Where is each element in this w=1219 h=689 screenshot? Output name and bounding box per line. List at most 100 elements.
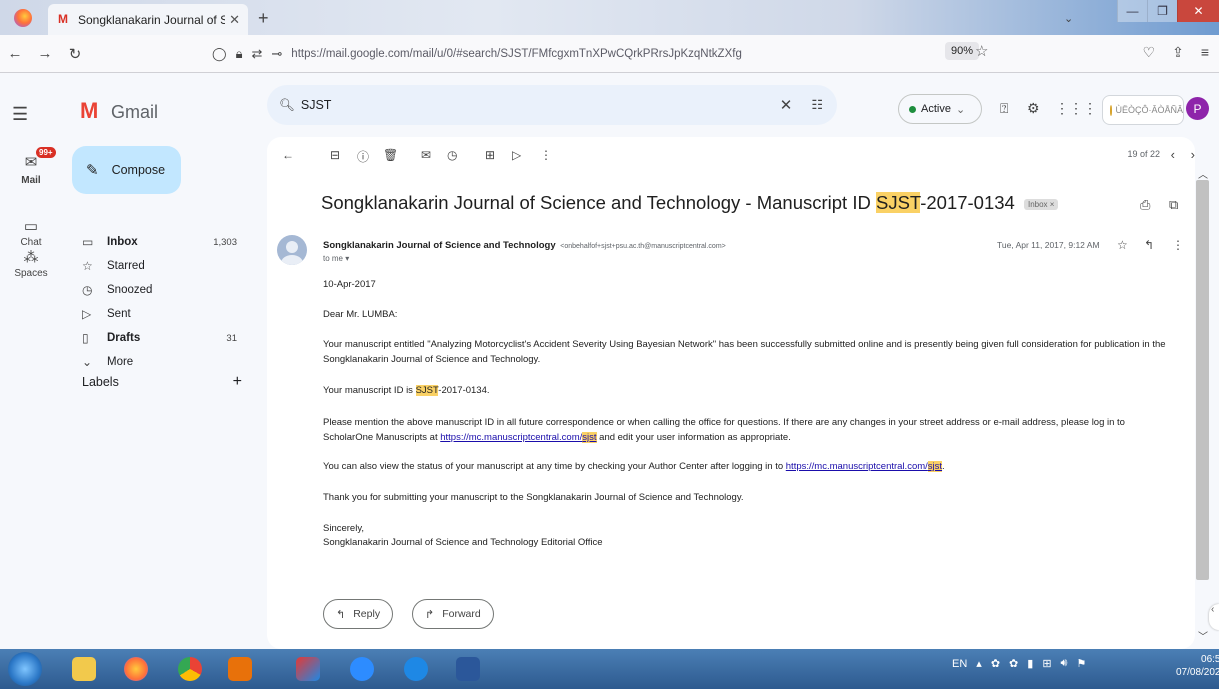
sidebar-item-snoozed[interactable]: ◷ Snoozed [62, 278, 262, 302]
menu-icon[interactable]: ≡ [1201, 44, 1209, 61]
star-icon[interactable]: ☆ [1117, 238, 1128, 252]
permissions-icon[interactable]: ⇄ [251, 46, 262, 62]
browser-tab-gmail[interactable]: Songklanakarin Journal of Scien ✕ [48, 4, 248, 35]
clock-time: 06:50 [1201, 654, 1219, 665]
word-icon[interactable] [450, 653, 486, 685]
window-close-icon[interactable]: ✕ [1177, 0, 1219, 22]
app-icon[interactable] [290, 653, 326, 685]
minimize-icon[interactable]: — [1117, 0, 1147, 22]
rail-label: Chat [20, 237, 42, 248]
help-icon[interactable]: ⍰ [1000, 100, 1008, 117]
delete-icon[interactable]: 🗑︎ [383, 148, 398, 162]
reload-icon[interactable]: ↻ [60, 45, 90, 63]
add-to-tasks-icon[interactable]: ⊞ [485, 148, 495, 162]
status-selector[interactable]: Active ⌄ [898, 94, 982, 124]
pagination-count: 19 of 22 [1127, 149, 1160, 159]
internet-explorer-icon[interactable] [398, 653, 434, 685]
author-center-link[interactable]: https://mc.manuscriptcentral.com/sjst [786, 461, 943, 472]
action-center-flag-icon[interactable]: ⚑ [1076, 657, 1086, 670]
sidebar-item-inbox[interactable]: ▭ Inbox 1,303 [62, 230, 262, 254]
apps-grid-icon[interactable]: ⋮⋮⋮ [1055, 100, 1097, 117]
inbox-label-chip[interactable]: Inbox × [1023, 198, 1059, 210]
window-controls: — ❐ ✕ [1117, 0, 1219, 24]
restore-icon[interactable]: ❐ [1147, 0, 1177, 22]
vertical-scrollbar[interactable] [1196, 180, 1209, 580]
print-icon[interactable]: ⎙ [1140, 197, 1150, 213]
snooze-icon[interactable]: ◷ [447, 148, 457, 162]
url-bar[interactable]: ◯ 🔒︎ ⇄ ⊸ https://mail.google.com/mail/u/… [212, 40, 1002, 68]
key-icon[interactable]: ⊸ [271, 46, 282, 62]
sidebar-item-drafts[interactable]: ▯ Drafts 31 [62, 326, 262, 350]
search-bar[interactable]: 🔍︎ SJST ✕ ☷ [267, 85, 837, 125]
report-spam-icon[interactable]: ⓘ [357, 148, 369, 165]
rail-item-chat[interactable]: ▭ Chat [0, 217, 62, 248]
signal-icon[interactable]: ▮ [1027, 657, 1033, 670]
url-text[interactable]: https://mail.google.com/mail/u/0/#search… [291, 48, 742, 60]
compose-button[interactable]: ✎ Compose [72, 146, 181, 194]
windows-start-icon[interactable] [8, 652, 42, 686]
file-explorer-icon[interactable] [66, 653, 102, 685]
clear-search-icon[interactable]: ✕ [780, 96, 793, 114]
archive-icon[interactable]: ⊟ [330, 148, 340, 162]
language-indicator[interactable]: EN [952, 658, 967, 670]
zoom-level[interactable]: 90% [945, 42, 980, 60]
reply-button[interactable]: ↰ Reply [323, 599, 394, 629]
recipients-toggle[interactable]: to me ▾ [323, 254, 349, 263]
back-icon[interactable]: ← [0, 45, 30, 62]
sidebar-item-more[interactable]: ⌄ More [62, 350, 262, 374]
pocket-icon[interactable]: ♡ [1143, 44, 1156, 61]
search-input[interactable]: SJST [301, 98, 780, 112]
back-to-search-icon[interactable]: ← [282, 148, 294, 162]
scholarone-link[interactable]: https://mc.manuscriptcentral.com/sjst [440, 432, 597, 443]
firefox-icon[interactable] [14, 9, 32, 27]
chrome-icon[interactable] [172, 653, 208, 685]
tray-app-icon[interactable]: ✿ [1009, 657, 1018, 670]
gmail-logo[interactable]: Gmail [80, 98, 158, 124]
shield-icon[interactable]: ◯ [212, 46, 227, 62]
create-label-button[interactable]: + [233, 374, 242, 390]
organization-chip[interactable]: ÙËÒÇÔ·ÂÒÅÑÂ [1102, 95, 1184, 125]
network-icon[interactable]: ⊞ [1042, 657, 1051, 670]
reply-icon[interactable]: ↰ [1144, 238, 1154, 252]
forward-button[interactable]: ↱ Forward [412, 599, 494, 629]
move-to-icon[interactable]: ▷ [512, 148, 521, 162]
account-avatar[interactable]: P [1186, 97, 1209, 120]
outlook-icon[interactable] [222, 653, 258, 685]
zoom-icon[interactable] [344, 653, 380, 685]
volume-icon[interactable]: 🔊︎ [1061, 657, 1068, 670]
mark-unread-icon[interactable]: ✉ [421, 148, 431, 162]
extensions-icon[interactable]: ⇪ [1172, 44, 1184, 61]
tab-close-icon[interactable]: ✕ [229, 12, 240, 28]
taskbar-clock[interactable]: 06:50 07/08/2023 [1176, 653, 1219, 679]
bookmark-star-icon[interactable]: ☆ [975, 42, 988, 60]
older-icon[interactable]: › [1191, 147, 1195, 162]
chat-icon: ▭ [23, 218, 39, 235]
more-options-icon[interactable]: ⋮ [540, 148, 552, 162]
lock-icon[interactable]: 🔒︎ [236, 46, 243, 62]
open-new-window-icon[interactable]: ⧉ [1169, 197, 1178, 213]
newer-icon[interactable]: ‹ [1171, 147, 1175, 162]
new-tab-button[interactable]: + [258, 8, 269, 29]
scroll-down-icon[interactable]: ﹀ [1198, 628, 1208, 643]
labels-section: Labels + [82, 374, 242, 390]
p2-text-end: -2017-0134. [438, 385, 490, 396]
show-hidden-icons-icon[interactable]: ▴ [976, 657, 982, 670]
sidebar-item-starred[interactable]: ☆ Starred [62, 254, 262, 278]
scroll-up-icon[interactable]: ︿ [1198, 166, 1208, 181]
sidebar-item-label: More [107, 356, 134, 368]
list-tabs-icon[interactable]: ⌄ [1064, 12, 1073, 25]
search-options-icon[interactable]: ☷ [811, 97, 823, 113]
more-vert-icon[interactable]: ⋮ [1172, 238, 1184, 252]
side-panel-toggle[interactable]: ‹ [1209, 604, 1219, 630]
rail-item-spaces[interactable]: ⁂ Spaces [0, 248, 62, 279]
forward-icon[interactable]: → [30, 45, 60, 62]
search-icon[interactable]: 🔍︎ [279, 98, 295, 113]
main-menu-icon[interactable]: ☰ [12, 104, 28, 125]
tray-app-icon[interactable]: ✿ [991, 657, 1000, 670]
rail-item-mail[interactable]: ✉ 99+ Mail [0, 147, 62, 186]
sidebar-item-sent[interactable]: ▷ Sent [62, 302, 262, 326]
body-paragraph-3: Please mention the above manuscript ID i… [323, 415, 1173, 445]
sender-name[interactable]: Songklanakarin Journal of Science and Te… [323, 240, 556, 251]
firefox-icon[interactable] [118, 653, 154, 685]
settings-gear-icon[interactable]: ⚙ [1027, 100, 1040, 117]
